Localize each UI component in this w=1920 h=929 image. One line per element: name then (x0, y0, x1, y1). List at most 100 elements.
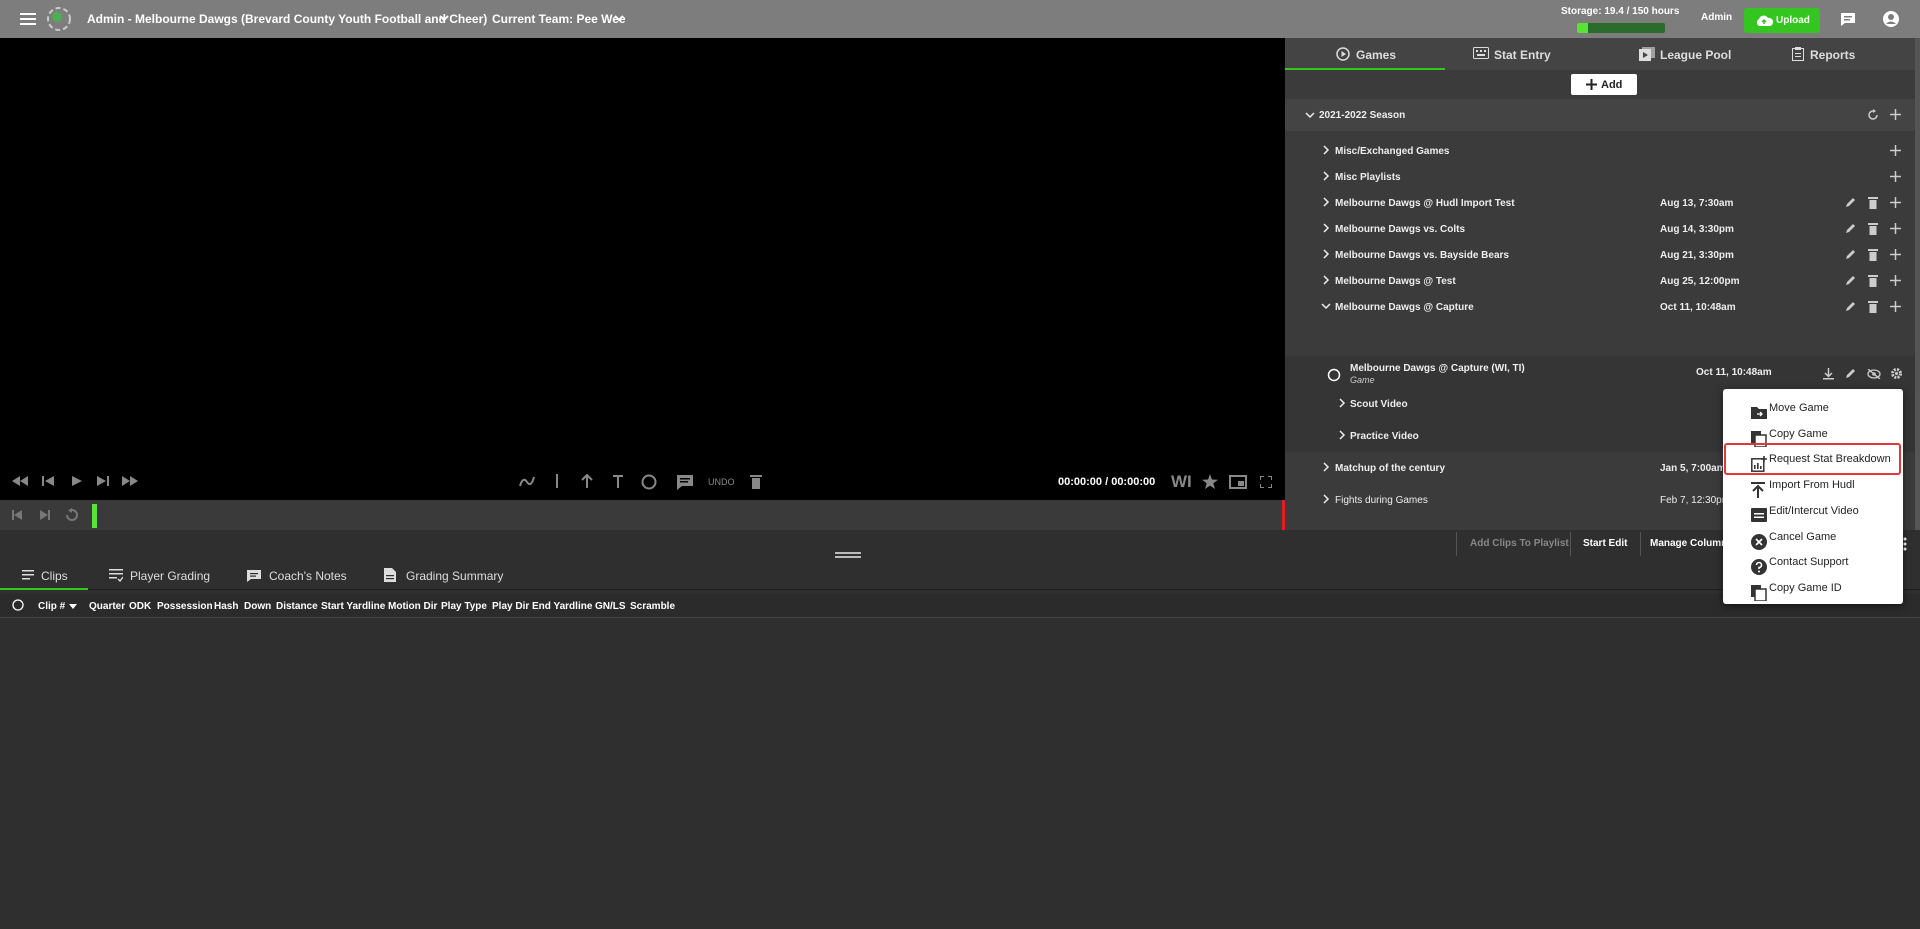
delete-icon[interactable] (1868, 301, 1878, 313)
chevron-down-icon[interactable] (614, 14, 624, 22)
skip-next-icon[interactable] (40, 510, 50, 520)
season-row[interactable]: 2021-2022 Season (1285, 99, 1917, 131)
menu-item-contact-support[interactable]: Contact Support (1723, 549, 1903, 576)
column-header[interactable]: ODK (129, 601, 151, 612)
column-header[interactable]: Clip # (38, 601, 65, 612)
add-icon[interactable] (1890, 145, 1901, 156)
manage-columns-button[interactable]: Manage Columns (1650, 538, 1733, 549)
playhead[interactable] (92, 504, 97, 528)
tab-league-pool[interactable]: League Pool (1605, 38, 1765, 70)
column-header[interactable]: Hash (214, 601, 238, 612)
draw-arrow-icon[interactable] (580, 474, 594, 488)
hamburger-menu-icon[interactable] (20, 13, 36, 25)
column-header[interactable]: Possession (157, 601, 213, 612)
add-icon[interactable] (1890, 301, 1901, 312)
gear-icon[interactable] (1890, 367, 1903, 380)
tab-clips[interactable]: Clips (0, 560, 88, 590)
edit-icon[interactable] (1845, 301, 1856, 312)
column-header[interactable]: Play Dir (492, 601, 529, 612)
add-icon[interactable] (1890, 109, 1901, 120)
download-icon[interactable] (1823, 368, 1834, 380)
add-icon[interactable] (1890, 223, 1901, 234)
add-icon[interactable] (1890, 275, 1901, 286)
picture-in-picture-icon[interactable] (1229, 475, 1247, 489)
draw-text-icon[interactable] (676, 474, 694, 490)
tab-stat-entry[interactable]: Stat Entry (1445, 38, 1605, 70)
add-icon[interactable] (1890, 197, 1901, 208)
delete-icon[interactable] (1868, 197, 1878, 209)
timeline-bar[interactable] (0, 500, 1286, 530)
tab-reports[interactable]: Reports (1765, 38, 1920, 70)
current-team-label[interactable]: Current Team: Pee Wee (492, 12, 626, 26)
edit-icon[interactable] (1845, 223, 1856, 234)
menu-item-cancel-game[interactable]: Cancel Game (1723, 524, 1903, 550)
column-header[interactable]: Down (244, 601, 271, 612)
step-back-icon[interactable] (42, 476, 54, 486)
column-header[interactable]: Start Yardline (321, 601, 385, 612)
game-folder-row[interactable]: Melbourne Dawgs @ Capture Oct 11, 10:48am (1285, 291, 1917, 323)
storage-label: Storage: 19.4 / 150 hours (1561, 6, 1680, 17)
add-icon[interactable] (1890, 171, 1901, 182)
fast-forward-icon[interactable] (122, 476, 138, 486)
chevron-down-icon[interactable] (439, 14, 449, 22)
skip-previous-icon[interactable] (12, 510, 22, 520)
draw-block-icon[interactable] (611, 474, 625, 488)
chat-icon[interactable] (1840, 12, 1856, 27)
comment-icon (247, 570, 261, 582)
trash-icon[interactable] (750, 474, 762, 489)
drag-handle-icon[interactable] (835, 552, 861, 558)
wi-label[interactable]: WI (1171, 472, 1192, 492)
start-edit-button[interactable]: Start Edit (1583, 538, 1627, 549)
game-date: Oct 11, 10:48am (1696, 367, 1772, 378)
upload-button[interactable]: Upload (1744, 8, 1820, 33)
tab-games[interactable]: Games (1285, 38, 1445, 70)
menu-item-edit-intercut-video[interactable]: Edit/Intercut Video (1723, 498, 1903, 524)
column-header[interactable]: Distance (276, 601, 318, 612)
menu-item-move-game[interactable]: Move Game (1723, 395, 1903, 421)
sort-down-icon[interactable] (69, 604, 77, 609)
column-header[interactable]: End Yardline (532, 601, 592, 612)
undo-button[interactable]: UNDO (708, 477, 735, 487)
menu-item-import-from-hudl[interactable]: Import From Hudl (1723, 472, 1903, 499)
more-vertical-icon[interactable] (1903, 537, 1907, 551)
org-title[interactable]: Admin - Melbourne Dawgs (Brevard County … (87, 12, 487, 26)
column-header[interactable]: Motion Dir (388, 601, 437, 612)
video-player[interactable] (0, 38, 1285, 500)
edit-icon[interactable] (1845, 249, 1856, 260)
star-icon[interactable] (1202, 474, 1218, 489)
visibility-off-icon[interactable] (1867, 369, 1881, 379)
select-all-circle-icon[interactable] (12, 599, 24, 611)
fast-rewind-icon[interactable] (12, 476, 28, 486)
edit-icon[interactable] (1845, 368, 1856, 379)
account-icon[interactable] (1883, 11, 1899, 27)
draw-freehand-icon[interactable] (519, 474, 535, 488)
tab-coaches-notes[interactable]: Coach's Notes (240, 560, 370, 590)
column-header[interactable]: GN/LS (595, 601, 626, 612)
edit-icon[interactable] (1845, 275, 1856, 286)
delete-icon[interactable] (1868, 275, 1878, 287)
draw-line-icon[interactable] (555, 474, 559, 488)
menu-item-copy-game-id[interactable]: Copy Game ID (1723, 575, 1903, 601)
chevron-right-icon (1323, 249, 1330, 259)
column-header[interactable]: Quarter (89, 601, 125, 612)
column-header[interactable]: Play Type (441, 601, 487, 612)
delete-icon[interactable] (1868, 249, 1878, 261)
add-clips-to-playlist-button[interactable]: Add Clips To Playlist (1470, 538, 1569, 549)
select-circle-icon[interactable] (1327, 368, 1341, 382)
play-icon[interactable] (72, 476, 82, 486)
user-label[interactable]: Admin (1701, 12, 1732, 23)
fullscreen-icon[interactable] (1260, 476, 1272, 488)
edit-icon[interactable] (1845, 197, 1856, 208)
scrollbar[interactable] (1915, 38, 1920, 530)
replay-icon[interactable] (65, 508, 79, 522)
refresh-icon[interactable] (1867, 109, 1879, 121)
add-button[interactable]: Add (1571, 74, 1637, 95)
draw-circle-icon[interactable] (641, 474, 657, 490)
column-header[interactable]: Scramble (630, 601, 675, 612)
game-row[interactable]: Melbourne Dawgs @ Capture (WI, TI) Game … (1285, 356, 1917, 392)
tab-player-grading[interactable]: Player Grading (100, 560, 230, 590)
step-forward-icon[interactable] (97, 476, 109, 486)
tab-grading-summary[interactable]: Grading Summary (380, 560, 520, 590)
add-icon[interactable] (1890, 249, 1901, 260)
delete-icon[interactable] (1868, 223, 1878, 235)
